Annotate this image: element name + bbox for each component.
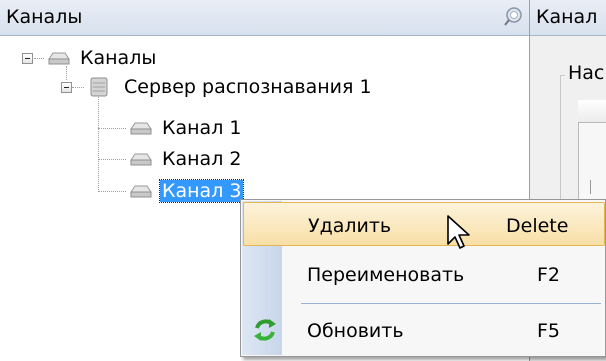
channels-panel-title: Каналы xyxy=(6,6,83,28)
menu-item-label: Удалить xyxy=(308,215,392,237)
tree-item-label: Канал 2 xyxy=(162,148,242,170)
tree-item-label: Канал 1 xyxy=(162,117,242,139)
tree-item-label: Каналы xyxy=(80,47,157,69)
application-window: Каналы Каналы Сервер распознавания 1 Кан… xyxy=(0,0,606,361)
channels-icon xyxy=(48,52,70,65)
refresh-icon xyxy=(254,319,276,341)
tree-line xyxy=(34,58,44,59)
channel-settings-header: Канал xyxy=(530,0,606,36)
tree-item-server[interactable]: Сервер распознавания 1 xyxy=(88,73,374,101)
tree-line xyxy=(98,128,126,129)
settings-divider xyxy=(590,180,591,194)
channel-icon xyxy=(130,153,152,166)
menu-item-delete[interactable]: Удалить Delete xyxy=(243,202,605,246)
menu-item-rename[interactable]: Переименовать F2 xyxy=(243,252,605,296)
channel-settings-title: Канал xyxy=(536,6,598,28)
tree-line xyxy=(72,87,84,88)
settings-list-header xyxy=(578,100,606,123)
tree-item-label-selected: Канал 3 xyxy=(158,179,245,203)
menu-item-shortcut: F2 xyxy=(537,264,561,286)
tree-item-channels-root[interactable]: Каналы xyxy=(46,44,158,72)
tree-item-channel-1[interactable]: Канал 1 xyxy=(128,114,243,142)
collapse-toggle[interactable] xyxy=(22,53,33,64)
tree-line xyxy=(98,191,126,192)
menu-separator xyxy=(301,303,601,304)
tree-line xyxy=(98,94,99,192)
server-icon xyxy=(90,77,108,97)
context-menu: Удалить Delete Переименовать F2 Обновить… xyxy=(240,199,606,357)
menu-item-shortcut: F5 xyxy=(537,320,561,342)
channels-panel-header: Каналы xyxy=(0,0,529,36)
tree-item-channel-3[interactable]: Канал 3 xyxy=(128,177,245,205)
collapse-toggle[interactable] xyxy=(61,82,72,93)
settings-group-title: Нас xyxy=(565,62,606,84)
menu-item-shortcut: Delete xyxy=(506,215,569,237)
menu-item-label: Обновить xyxy=(307,320,404,342)
menu-item-refresh[interactable]: Обновить F5 xyxy=(243,308,605,352)
tree-line xyxy=(98,159,126,160)
tree-item-label: Сервер распознавания 1 xyxy=(124,76,372,98)
pin-icon[interactable] xyxy=(502,6,524,28)
tree-item-channel-2[interactable]: Канал 2 xyxy=(128,145,243,173)
menu-item-label: Переименовать xyxy=(307,264,465,286)
mouse-cursor-icon xyxy=(447,215,470,249)
channel-icon xyxy=(130,185,152,198)
channel-icon xyxy=(130,122,152,135)
